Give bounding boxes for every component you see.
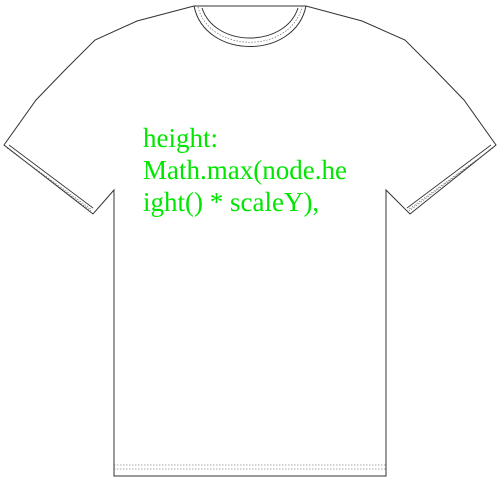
tshirt-body-outline bbox=[3, 5, 497, 477]
print-line-1: height: bbox=[143, 123, 218, 153]
print-line-3: ight() * scaleY), bbox=[143, 187, 320, 217]
tshirt-illustration bbox=[3, 5, 497, 477]
shirt-print-text: height: Math.max(node.he ight() * scaleY… bbox=[143, 122, 357, 232]
print-line-2: Math.max(node.he bbox=[143, 155, 347, 185]
